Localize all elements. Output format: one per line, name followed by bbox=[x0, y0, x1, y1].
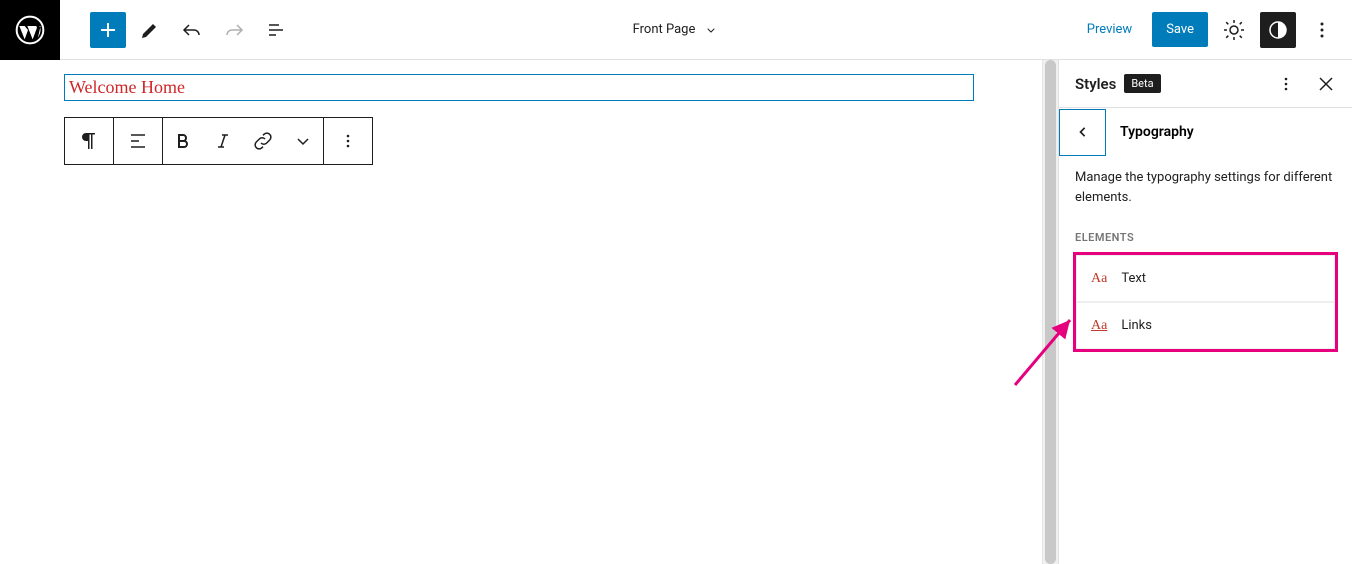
italic-icon bbox=[211, 129, 235, 153]
settings-button[interactable] bbox=[1216, 12, 1252, 48]
block-toolbar bbox=[64, 117, 373, 165]
editor-canvas[interactable]: Welcome Home bbox=[0, 60, 1042, 564]
paragraph-block[interactable]: Welcome Home bbox=[64, 74, 974, 101]
gear-icon bbox=[1222, 18, 1246, 42]
back-button[interactable] bbox=[1059, 109, 1106, 156]
scrollbar[interactable] bbox=[1042, 60, 1058, 564]
toolbar-left bbox=[60, 12, 294, 48]
element-item-links[interactable]: Aa Links bbox=[1076, 302, 1335, 349]
block-type-button[interactable] bbox=[65, 118, 113, 164]
document-title-text: Front Page bbox=[633, 22, 696, 37]
edit-tool-button[interactable] bbox=[132, 12, 168, 48]
align-button[interactable] bbox=[114, 118, 162, 164]
sidebar-header: Styles Beta bbox=[1059, 60, 1352, 108]
styles-sidebar: Styles Beta Typography Manage the typogr… bbox=[1058, 60, 1352, 564]
element-item-text[interactable]: Aa Text bbox=[1076, 255, 1335, 302]
link-icon bbox=[251, 129, 275, 153]
styles-button[interactable] bbox=[1260, 12, 1296, 48]
bold-icon bbox=[171, 129, 195, 153]
elements-label: ELEMENTS bbox=[1059, 219, 1352, 252]
top-toolbar: Front Page Preview Save bbox=[0, 0, 1352, 60]
add-block-button[interactable] bbox=[90, 12, 126, 48]
more-options-button[interactable] bbox=[1304, 12, 1340, 48]
link-button[interactable] bbox=[243, 118, 283, 164]
align-left-icon bbox=[126, 129, 150, 153]
section-title: Typography bbox=[1120, 124, 1194, 140]
chevron-down-icon bbox=[703, 22, 719, 38]
toolbar-right: Preview Save bbox=[1075, 12, 1352, 48]
close-icon bbox=[1314, 72, 1338, 96]
more-vertical-icon bbox=[1310, 18, 1334, 42]
preview-button[interactable]: Preview bbox=[1075, 12, 1144, 47]
section-description: Manage the typography settings for diffe… bbox=[1059, 156, 1352, 219]
element-item-label: Links bbox=[1121, 318, 1152, 333]
undo-button[interactable] bbox=[174, 12, 210, 48]
close-sidebar-button[interactable] bbox=[1308, 66, 1344, 102]
redo-button[interactable] bbox=[216, 12, 252, 48]
more-vertical-icon bbox=[1274, 72, 1298, 96]
sidebar-actions-button[interactable] bbox=[1268, 66, 1304, 102]
beta-badge: Beta bbox=[1124, 74, 1160, 93]
more-formatting-button[interactable] bbox=[283, 118, 323, 164]
half-circle-icon bbox=[1266, 18, 1290, 42]
main-area: Welcome Home bbox=[0, 60, 1352, 564]
elements-list: Aa Text Aa Links bbox=[1073, 252, 1338, 352]
scrollbar-thumb[interactable] bbox=[1045, 60, 1056, 564]
italic-button[interactable] bbox=[203, 118, 243, 164]
document-overview-button[interactable] bbox=[258, 12, 294, 48]
bold-button[interactable] bbox=[163, 118, 203, 164]
sidebar-subheader: Typography bbox=[1059, 108, 1352, 156]
chevron-left-icon bbox=[1073, 122, 1093, 142]
sidebar-title: Styles bbox=[1075, 75, 1116, 93]
wordpress-logo[interactable] bbox=[0, 0, 60, 60]
paragraph-icon bbox=[77, 129, 101, 153]
more-vertical-icon bbox=[336, 129, 360, 153]
save-button[interactable]: Save bbox=[1152, 12, 1208, 47]
block-more-button[interactable] bbox=[324, 118, 372, 164]
chevron-down-icon bbox=[291, 129, 315, 153]
element-item-label: Text bbox=[1121, 271, 1146, 286]
document-title-dropdown[interactable]: Front Page bbox=[633, 22, 720, 38]
typography-icon: Aa bbox=[1091, 271, 1107, 287]
typography-icon: Aa bbox=[1091, 318, 1107, 334]
